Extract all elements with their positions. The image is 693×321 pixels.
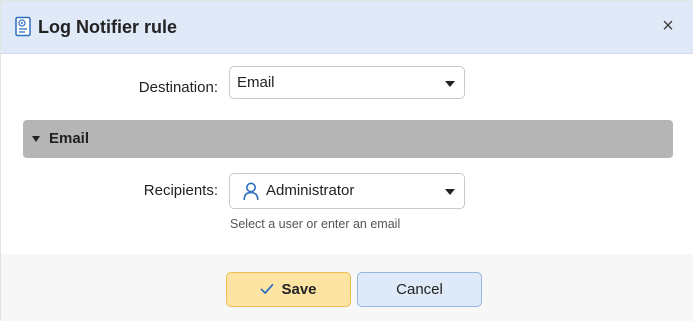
- cancel-label: Cancel: [396, 281, 443, 298]
- email-section-header[interactable]: Email: [23, 120, 673, 158]
- destination-label: Destination:: [138, 79, 218, 96]
- email-section-label: Email: [49, 130, 90, 147]
- dialog-titlebar: Log Notifier rule ×: [1, 1, 693, 54]
- recipients-label: Recipients:: [143, 182, 218, 199]
- chevron-down-icon[interactable]: [445, 81, 455, 87]
- caret-down-icon[interactable]: [32, 136, 40, 142]
- close-icon[interactable]: ×: [662, 15, 674, 37]
- save-label: Save: [281, 281, 317, 298]
- chevron-down-icon[interactable]: [445, 189, 455, 195]
- close-button[interactable]: ×: [656, 14, 680, 38]
- save-button[interactable]: Save: [226, 272, 351, 307]
- cancel-button[interactable]: Cancel: [357, 272, 482, 307]
- log-document-icon: [15, 16, 31, 37]
- dialog-title: Log Notifier rule: [38, 17, 177, 37]
- recipients-select[interactable]: Administrator: [229, 173, 465, 209]
- user-icon: [243, 182, 259, 201]
- recipients-value: Administrator: [266, 182, 355, 199]
- dialog-footer: Save Cancel: [1, 254, 693, 321]
- recipients-hint: Select a user or enter an email: [230, 217, 401, 231]
- destination-value: Email: [237, 74, 275, 91]
- log-notifier-rule-dialog: Log Notifier rule × Destination: Email E…: [0, 0, 693, 321]
- dialog-content: Destination: Email Email Recipients: Adm…: [1, 54, 693, 254]
- destination-select[interactable]: Email: [229, 66, 465, 99]
- checkmark-icon: [261, 283, 274, 294]
